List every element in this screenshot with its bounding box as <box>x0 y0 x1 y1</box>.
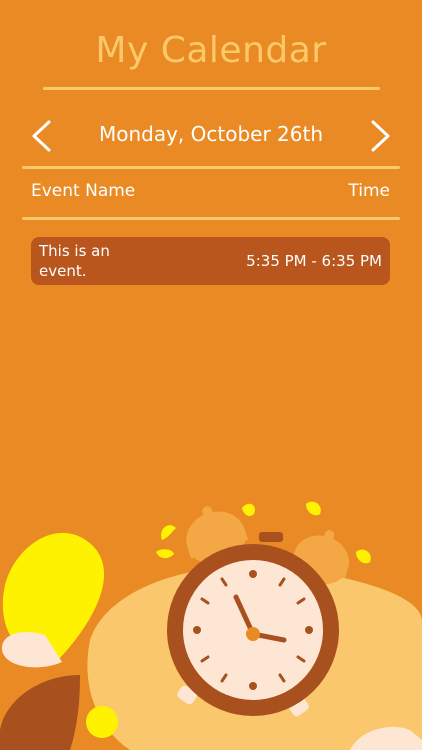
event-name: This is an event. <box>39 242 110 280</box>
chevron-left-icon <box>32 120 51 152</box>
header-divider <box>22 217 400 220</box>
ring-spark <box>306 501 321 516</box>
next-day-button[interactable] <box>366 118 396 154</box>
ring-spark <box>156 549 174 559</box>
clock-handle <box>259 532 283 542</box>
column-header-event-name: Event Name <box>31 181 136 201</box>
page-title: My Calendar <box>95 30 327 71</box>
event-row[interactable]: This is an event. 5:35 PM - 6:35 PM <box>31 237 390 285</box>
column-header-time: Time <box>348 181 390 201</box>
ring-spark <box>356 549 371 564</box>
alarm-clock-illustration <box>0 501 422 750</box>
chevron-right-icon <box>371 120 390 152</box>
ring-spark <box>242 503 255 516</box>
prev-day-button[interactable] <box>26 118 56 154</box>
current-date: Monday, October 26th <box>98 122 324 146</box>
brown-drop <box>0 675 80 750</box>
event-time: 5:35 PM - 6:35 PM <box>246 252 382 270</box>
ring-spark <box>161 525 176 540</box>
title-divider <box>43 87 380 90</box>
date-divider <box>22 166 400 169</box>
yellow-dot <box>86 706 118 738</box>
